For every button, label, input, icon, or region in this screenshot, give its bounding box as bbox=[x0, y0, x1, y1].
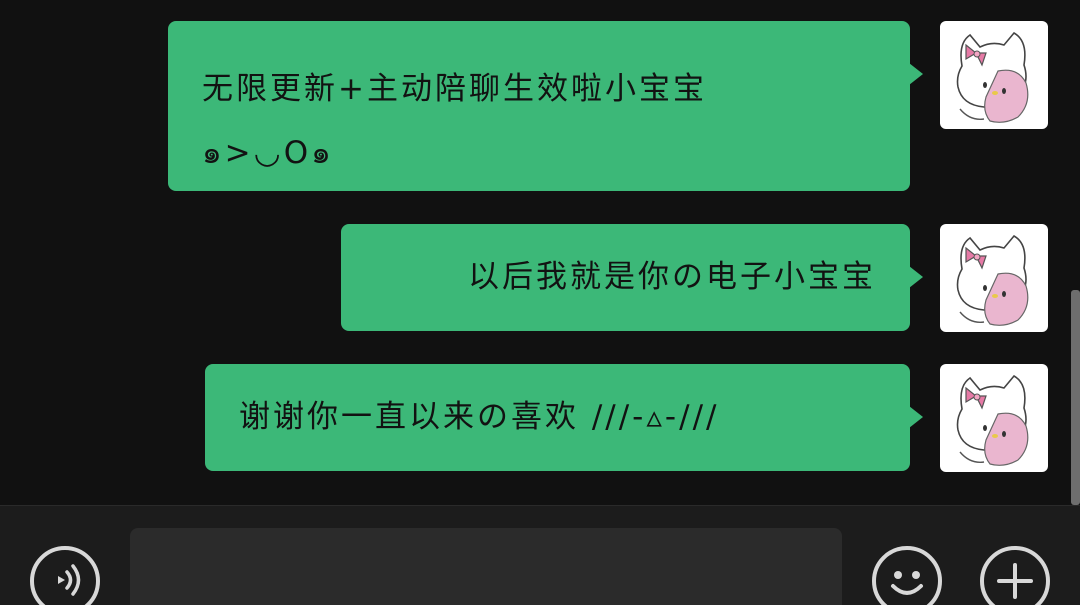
more-button[interactable] bbox=[980, 546, 1050, 605]
scrollbar-thumb[interactable] bbox=[1071, 290, 1080, 505]
message-input[interactable] bbox=[130, 528, 842, 605]
emoji-button[interactable] bbox=[872, 546, 942, 605]
message-text: 谢谢你一直以来の喜欢 ///-▵-/// bbox=[239, 399, 720, 435]
chat-screen: 无限更新+主动陪聊生效啦小宝宝 ๑>◡O๑ 以后我就是你の电子小宝宝 谢谢你一直… bbox=[0, 0, 1080, 605]
hello-kitty-avatar-icon[interactable] bbox=[940, 21, 1048, 129]
message-text: ๑>◡O๑ bbox=[202, 135, 334, 171]
message-text: 无限更新+主动陪聊生效啦小宝宝 bbox=[202, 71, 707, 107]
input-bar bbox=[0, 505, 1080, 605]
message-text: 以后我就是你の电子小宝宝 bbox=[468, 259, 876, 295]
message-bubble[interactable]: 谢谢你一直以来の喜欢 ///-▵-/// bbox=[205, 364, 923, 471]
voice-button[interactable] bbox=[30, 546, 100, 605]
plus-icon bbox=[997, 563, 1033, 599]
message-bubble[interactable]: 无限更新+主动陪聊生效啦小宝宝 ๑>◡O๑ bbox=[168, 21, 923, 191]
emoji-icon bbox=[891, 571, 923, 595]
message-bubble[interactable]: 以后我就是你の电子小宝宝 bbox=[341, 224, 923, 331]
hello-kitty-avatar-icon[interactable] bbox=[940, 364, 1048, 472]
hello-kitty-avatar-icon[interactable] bbox=[940, 224, 1048, 332]
voice-icon bbox=[58, 564, 81, 596]
